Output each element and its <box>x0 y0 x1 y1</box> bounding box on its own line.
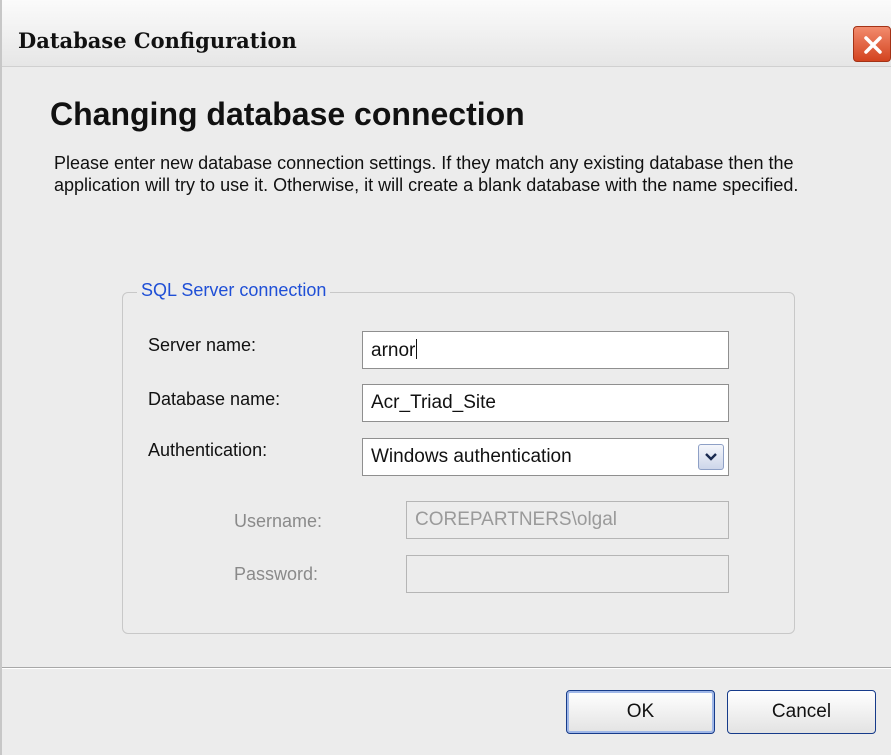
footer-divider <box>2 667 891 669</box>
password-label: Password: <box>234 564 319 584</box>
ok-button[interactable]: OK <box>566 690 715 734</box>
dropdown-button[interactable] <box>698 444 724 470</box>
chevron-down-icon <box>705 453 717 461</box>
authentication-select[interactable]: Windows authentication <box>362 438 729 476</box>
authentication-label: Authentication: <box>148 440 268 460</box>
close-icon <box>864 36 882 54</box>
server-name-value: arnor <box>371 340 416 361</box>
close-button[interactable] <box>853 26 891 62</box>
username-value: COREPARTNERS\olgal <box>415 509 618 530</box>
database-configuration-dialog: Database Configuration Changing database… <box>0 0 891 755</box>
page-title: Changing database connection <box>50 96 525 132</box>
username-label: Username: <box>234 511 323 531</box>
database-name-input[interactable]: Acr_Triad_Site <box>362 384 729 422</box>
window-title: Database Configuration <box>18 28 297 53</box>
database-name-label: Database name: <box>148 389 281 409</box>
password-input[interactable] <box>406 555 729 593</box>
title-bar[interactable]: Database Configuration <box>2 0 891 67</box>
description-text: Please enter new database connection set… <box>54 153 799 195</box>
text-cursor <box>416 339 418 359</box>
authentication-value: Windows authentication <box>371 446 572 467</box>
group-legend: SQL Server connection <box>137 280 331 301</box>
database-name-value: Acr_Triad_Site <box>371 392 496 413</box>
server-name-input[interactable]: arnor <box>362 331 729 369</box>
cancel-button[interactable]: Cancel <box>727 690 876 734</box>
username-input[interactable]: COREPARTNERS\olgal <box>406 501 729 539</box>
server-name-label: Server name: <box>148 335 257 355</box>
